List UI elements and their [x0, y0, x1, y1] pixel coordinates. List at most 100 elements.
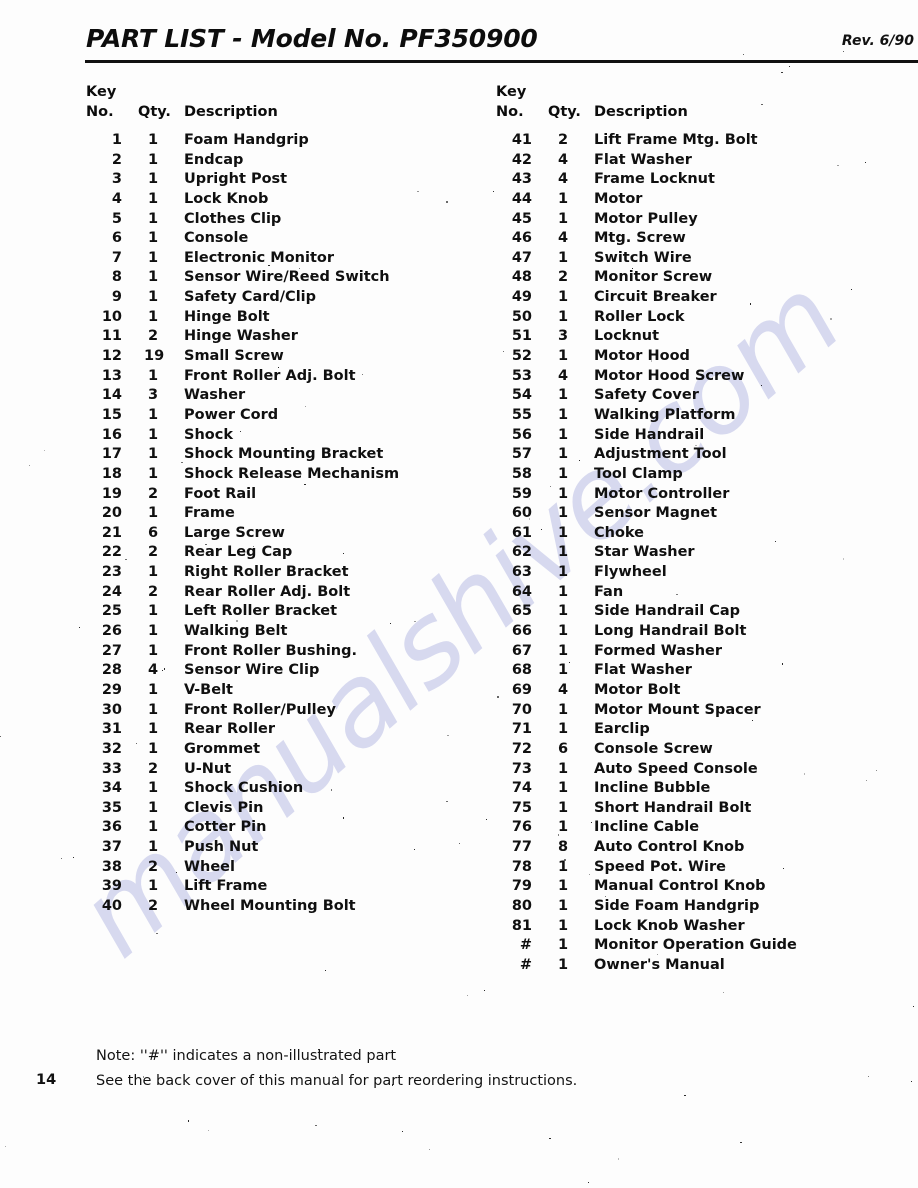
cell-qty: 2 [557, 269, 569, 286]
cell-key-no: 38 [101, 858, 122, 875]
cell-key-no: 59 [511, 485, 532, 502]
cell-description: Manual Control Knob [594, 878, 766, 895]
cell-qty: 1 [147, 681, 159, 698]
cell-qty: 1 [147, 721, 159, 738]
cell-description: Speed Pot. Wire [594, 858, 726, 875]
cell-key-no: 73 [511, 760, 532, 777]
cell-key-no: 52 [511, 348, 532, 365]
cell-key-no: 51 [511, 328, 532, 345]
cell-key-no: 45 [511, 210, 532, 227]
cell-qty: 1 [147, 426, 159, 443]
cell-description: Lift Frame [184, 878, 268, 895]
cell-qty: 1 [557, 465, 569, 482]
cell-description: Locknut [594, 328, 660, 345]
cell-qty: 1 [557, 603, 569, 620]
cell-key-no: 80 [511, 897, 532, 914]
cell-description: Circuit Breaker [594, 289, 717, 306]
cell-description: Hinge Bolt [184, 308, 270, 325]
cell-description: Rear Roller Adj. Bolt [184, 583, 351, 600]
cell-description: Wheel [184, 858, 235, 875]
cell-qty: 2 [557, 132, 569, 148]
cell-key-no: 37 [101, 839, 122, 856]
cell-key-no: 57 [511, 446, 532, 463]
cell-key-no: 54 [511, 387, 532, 404]
cell-key-no: 8 [111, 269, 122, 286]
cell-description: Cotter Pin [184, 819, 267, 836]
cell-qty: 1 [557, 858, 569, 875]
cell-description: Tool Clamp [594, 465, 683, 482]
header-qty: Qty. [138, 104, 171, 120]
cell-qty: 1 [557, 308, 569, 325]
cell-key-no: 72 [511, 740, 532, 757]
cell-key-no: 29 [101, 681, 122, 698]
cell-qty: 1 [147, 406, 159, 423]
cell-qty: 4 [557, 681, 569, 698]
cell-key-no: 69 [511, 681, 532, 698]
cell-key-no: 18 [101, 465, 122, 482]
cell-key-no: 62 [511, 544, 532, 561]
cell-qty: 2 [147, 485, 159, 502]
cell-description: Shock Mounting Bracket [184, 446, 384, 463]
cell-key-no: 36 [101, 819, 122, 836]
cell-key-no: 78 [511, 858, 532, 875]
cell-key-no: 63 [511, 564, 532, 581]
cell-description: Console Screw [594, 740, 713, 757]
cell-qty: 1 [557, 406, 569, 423]
cell-key-no: 10 [101, 308, 122, 325]
cell-key-no: 44 [511, 190, 532, 207]
cell-qty: 1 [557, 897, 569, 914]
cell-key-no: 19 [101, 485, 122, 502]
cell-qty: 1 [557, 878, 569, 895]
cell-qty: 2 [147, 858, 159, 875]
cell-key-no: 53 [511, 367, 532, 384]
cell-description: Motor [594, 190, 643, 207]
cell-key-no: 48 [511, 269, 532, 286]
cell-qty: 3 [557, 328, 569, 345]
cell-key-no: 42 [511, 151, 532, 168]
page-number: 14 [36, 1072, 57, 1088]
cell-key-no: 39 [101, 878, 122, 895]
cell-description: Monitor Operation Guide [594, 937, 797, 954]
cell-qty: 1 [557, 485, 569, 502]
cell-qty: 1 [557, 642, 569, 659]
cell-description: Fan [594, 583, 624, 600]
cell-key-no: 32 [101, 740, 122, 757]
cell-key-no: 67 [511, 642, 532, 659]
cell-qty: 1 [147, 564, 159, 581]
cell-qty: 1 [147, 819, 159, 836]
cell-key-no: 13 [101, 367, 122, 384]
cell-qty: 1 [557, 819, 569, 836]
cell-qty: 1 [147, 839, 159, 856]
cell-description: Shock [184, 426, 233, 443]
cell-description: Grommet [184, 740, 260, 757]
cell-key-no: 75 [511, 799, 532, 816]
cell-description: Right Roller Bracket [184, 564, 349, 581]
cell-qty: 1 [557, 937, 569, 954]
cell-description: Electronic Monitor [184, 249, 335, 266]
cell-qty: 1 [147, 289, 159, 306]
cell-description: Choke [594, 524, 645, 541]
cell-key-no: 30 [101, 701, 122, 718]
cell-qty: 1 [557, 387, 569, 404]
cell-key-no: 21 [101, 524, 122, 541]
cell-description: Flywheel [594, 564, 667, 581]
cell-key-no: 49 [511, 289, 532, 306]
cell-key-no: 22 [101, 544, 122, 561]
cell-key-no: 27 [101, 642, 122, 659]
cell-description: Long Handrail Bolt [594, 623, 747, 640]
cell-key-no: 15 [101, 406, 122, 423]
cell-qty: 2 [147, 328, 159, 345]
cell-description: Left Roller Bracket [184, 603, 338, 620]
cell-qty: 1 [147, 171, 159, 188]
cell-description: Motor Bolt [594, 681, 681, 698]
cell-qty: 1 [557, 505, 569, 522]
cell-description: Side Handrail Cap [594, 603, 741, 620]
cell-qty: 1 [147, 780, 159, 797]
cell-key-no: 14 [101, 387, 122, 404]
cell-description: Large Screw [184, 524, 285, 541]
cell-description: Switch Wire [594, 249, 692, 266]
cell-qty: 4 [557, 230, 569, 247]
cell-key-no: 33 [101, 760, 122, 777]
cell-key-no: 4 [111, 190, 122, 207]
cell-description: V-Belt [184, 681, 233, 698]
